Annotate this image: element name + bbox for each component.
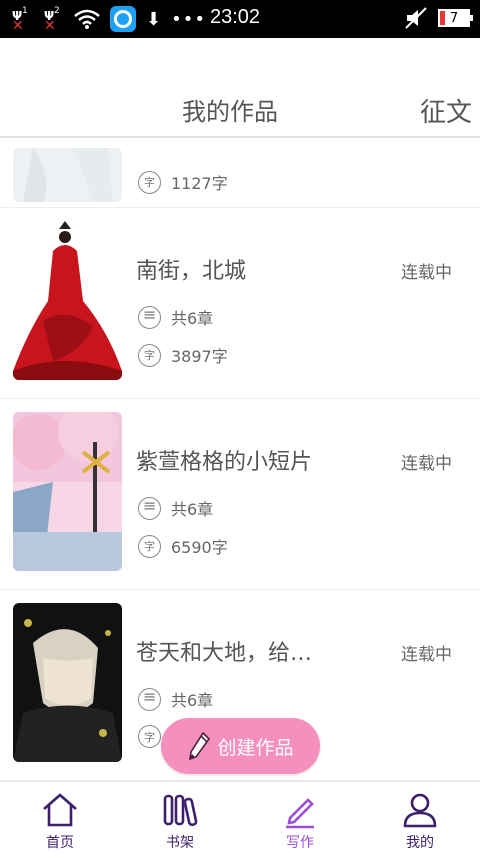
work-item[interactable]: 紫萱格格的小短片 连载中 共6章 字 6590字 bbox=[0, 399, 480, 590]
work-chapter-count: 共6章 bbox=[138, 496, 213, 520]
work-title[interactable]: 紫萱格格的小短片 bbox=[136, 444, 312, 476]
work-chapter-count: 共6章 bbox=[138, 305, 213, 329]
work-status: 连载中 bbox=[401, 645, 452, 665]
word-count-icon: 字 bbox=[138, 534, 161, 558]
works-list[interactable]: 字 1127字 南街，北城 连载中 共6章 字 3897字 bbox=[0, 140, 480, 780]
bottom-nav: 首页 书架 写作 我的 bbox=[0, 780, 480, 854]
work-cover-image bbox=[13, 603, 122, 762]
chapter-list-icon bbox=[138, 496, 161, 520]
home-icon bbox=[43, 793, 77, 827]
write-icon bbox=[286, 798, 314, 829]
work-item[interactable]: 字 1127字 bbox=[0, 140, 480, 208]
pencil-icon bbox=[189, 731, 211, 761]
download-icon: ⬇ bbox=[146, 8, 162, 30]
tab-my-works[interactable]: 我的作品 bbox=[182, 92, 278, 127]
status-time: 23:02 bbox=[210, 6, 261, 28]
work-title[interactable]: 苍天和大地，给… bbox=[136, 635, 312, 667]
tab-contest[interactable]: 征文 bbox=[420, 92, 472, 129]
work-cover-image bbox=[13, 221, 122, 380]
nav-write-label: 写作 bbox=[286, 835, 314, 851]
bookshelf-icon bbox=[163, 794, 198, 827]
profile-icon bbox=[403, 793, 437, 828]
nav-bookshelf[interactable]: 书架 bbox=[120, 782, 240, 854]
work-item[interactable]: 南街，北城 连载中 共6章 字 3897字 bbox=[0, 208, 480, 399]
battery-level: 7 bbox=[449, 10, 459, 26]
mute-icon bbox=[405, 7, 427, 29]
work-word-count: 字 6590字 bbox=[138, 534, 228, 558]
work-title[interactable]: 南街，北城 bbox=[136, 253, 246, 285]
work-word-count: 字 1127字 bbox=[138, 170, 228, 194]
nav-profile-label: 我的 bbox=[406, 835, 434, 851]
chapter-list-icon bbox=[138, 687, 161, 711]
word-count-icon: 字 bbox=[138, 725, 161, 748]
nav-home[interactable]: 首页 bbox=[0, 782, 120, 854]
more-notifications-icon: ••• bbox=[171, 8, 206, 30]
work-status: 连载中 bbox=[401, 263, 452, 283]
work-chapter-count: 共6章 bbox=[138, 687, 213, 711]
status-icons-left: Ψ 1 ✕ Ψ 2 ✕ ⬇ ••• bbox=[10, 6, 206, 34]
chapter-list-icon bbox=[138, 305, 161, 329]
work-cover-image bbox=[13, 412, 122, 571]
status-bar: Ψ 1 ✕ Ψ 2 ✕ ⬇ ••• 23:02 7 bbox=[0, 0, 480, 38]
work-status: 连载中 bbox=[401, 454, 452, 474]
nav-home-label: 首页 bbox=[46, 835, 74, 851]
create-work-label: 创建作品 bbox=[217, 736, 294, 759]
status-icons-right: 7 bbox=[404, 7, 473, 29]
nav-profile[interactable]: 我的 bbox=[360, 782, 480, 854]
work-cover-image bbox=[13, 148, 122, 202]
word-count-icon: 字 bbox=[138, 343, 161, 367]
nav-bookshelf-label: 书架 bbox=[166, 835, 194, 851]
word-count-icon: 字 bbox=[138, 170, 161, 194]
wifi-icon bbox=[74, 9, 100, 29]
work-word-count: 字 3897字 bbox=[138, 343, 228, 367]
create-work-button[interactable]: 创建作品 bbox=[161, 718, 320, 774]
nav-write[interactable]: 写作 bbox=[240, 782, 360, 854]
battery-icon: 7 bbox=[438, 9, 473, 27]
sim1-no-signal-icon: Ψ 1 ✕ bbox=[12, 6, 28, 34]
sim2-no-signal-icon: Ψ 2 ✕ bbox=[44, 6, 60, 34]
app-notification-icon bbox=[110, 6, 136, 32]
header: 我的作品 征文 bbox=[0, 38, 480, 138]
